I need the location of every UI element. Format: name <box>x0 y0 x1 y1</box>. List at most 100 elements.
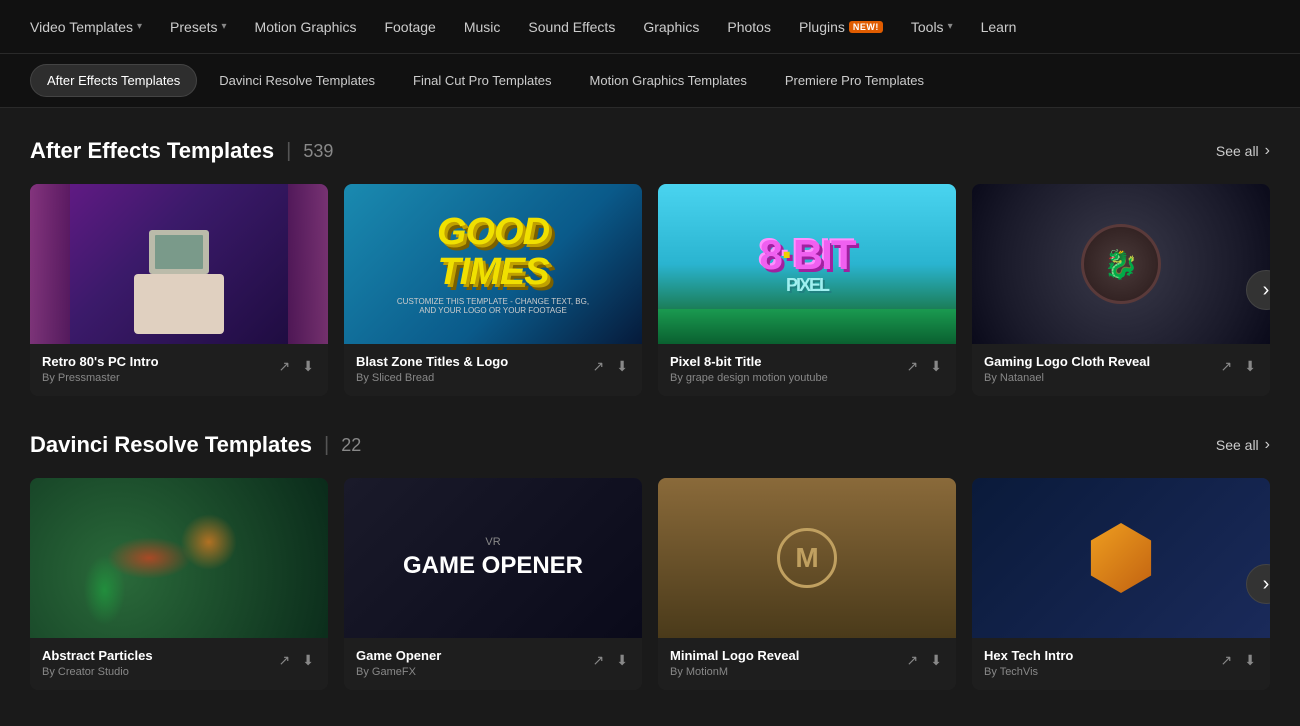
nav-plugins-label: Plugins <box>799 19 845 35</box>
nav-learn[interactable]: Learn <box>981 19 1017 35</box>
davinci-resolve-header: Davinci Resolve Templates | 22 See all › <box>30 432 1270 458</box>
retro-desk <box>134 274 224 334</box>
nav-music[interactable]: Music <box>464 19 501 35</box>
davinci-resolve-title: Davinci Resolve Templates | 22 <box>30 432 361 458</box>
curtain-left <box>30 184 70 344</box>
card-pixel-8bit[interactable]: 8·BitPIXEL Pixel 8-bit Title By grape de… <box>658 184 956 396</box>
card-retro-80s-info: Retro 80's PC Intro By Pressmaster ↗ ⬇ <box>30 344 328 396</box>
nav-tools-chevron: ▾ <box>948 21 953 32</box>
card-pixel-8bit-actions: ↗ ⬇ <box>905 356 944 377</box>
nav-graphics[interactable]: Graphics <box>643 19 699 35</box>
card-blast-zone[interactable]: GOODTIMES CUSTOMIZE THIS TEMPLATE - CHAN… <box>344 184 642 396</box>
main-content: After Effects Templates | 539 See all › <box>0 108 1300 690</box>
card-gaming-logo-thumbnail: 🐉 <box>972 184 1270 344</box>
gaming-circle: 🐉 <box>1081 224 1161 304</box>
davinci-resolve-separator: | <box>324 434 329 457</box>
pill-davinci-resolve[interactable]: Davinci Resolve Templates <box>203 65 391 96</box>
nav-plugins[interactable]: Plugins NEW! <box>799 19 883 35</box>
nav-photos-label: Photos <box>727 19 771 35</box>
card-gaming-logo-info: Gaming Logo Cloth Reveal By Natanael ↗ ⬇ <box>972 344 1270 396</box>
davinci3-m-circle: M <box>777 528 837 588</box>
card-davinci-4-text: Hex Tech Intro By TechVis <box>984 648 1219 678</box>
nav-video-templates[interactable]: Video Templates ▾ <box>30 19 142 35</box>
card-gaming-logo-download-button[interactable]: ⬇ <box>1242 356 1258 377</box>
card-davinci-2[interactable]: VR GAME OPENER Game Opener By GameFX ↗ ⬇ <box>344 478 642 690</box>
card-davinci-4-download-button[interactable]: ⬇ <box>1242 650 1258 671</box>
nav-motion-graphics[interactable]: Motion Graphics <box>255 19 357 35</box>
pixel-sub-text: PIXEL <box>759 276 854 294</box>
card-davinci-4-share-button[interactable]: ↗ <box>1219 650 1235 671</box>
card-gaming-logo[interactable]: 🐉 Gaming Logo Cloth Reveal By Natanael ↗… <box>972 184 1270 396</box>
card-davinci-2-text: Game Opener By GameFX <box>356 648 591 678</box>
after-effects-card-grid: Retro 80's PC Intro By Pressmaster ↗ ⬇ G… <box>30 184 1270 396</box>
nav-video-templates-chevron: ▾ <box>137 21 142 32</box>
after-effects-see-all[interactable]: See all › <box>1216 142 1270 160</box>
card-davinci-4-info: Hex Tech Intro By TechVis ↗ ⬇ <box>972 638 1270 690</box>
card-davinci-2-share-button[interactable]: ↗ <box>591 650 607 671</box>
card-davinci-4[interactable]: Hex Tech Intro By TechVis ↗ ⬇ <box>972 478 1270 690</box>
card-davinci-4-title: Hex Tech Intro <box>984 648 1219 663</box>
after-effects-title-text: After Effects Templates <box>30 138 274 164</box>
card-davinci-1-download-button[interactable]: ⬇ <box>300 650 316 671</box>
blast-zone-subtext: CUSTOMIZE THIS TEMPLATE - CHANGE TEXT, B… <box>397 297 589 315</box>
card-davinci-1[interactable]: Abstract Particles By Creator Studio ↗ ⬇ <box>30 478 328 690</box>
retro-screen <box>155 235 203 269</box>
davinci-carousel-next-icon: › <box>1263 573 1270 596</box>
card-blast-zone-share-button[interactable]: ↗ <box>591 356 607 377</box>
card-pixel-8bit-author: By grape design motion youtube <box>670 372 905 384</box>
card-davinci-3-text: Minimal Logo Reveal By MotionM <box>670 648 905 678</box>
card-blast-zone-author: By Sliced Bread <box>356 372 591 384</box>
nav-footage[interactable]: Footage <box>384 19 435 35</box>
pill-final-cut-pro[interactable]: Final Cut Pro Templates <box>397 65 568 96</box>
davinci-resolve-title-text: Davinci Resolve Templates <box>30 432 312 458</box>
card-gaming-logo-text: Gaming Logo Cloth Reveal By Natanael <box>984 354 1219 384</box>
card-pixel-8bit-download-button[interactable]: ⬇ <box>928 356 944 377</box>
card-davinci-3-author: By MotionM <box>670 666 905 678</box>
card-davinci-3-actions: ↗ ⬇ <box>905 650 944 671</box>
card-retro-80s-actions: ↗ ⬇ <box>277 356 316 377</box>
card-davinci-3-download-button[interactable]: ⬇ <box>928 650 944 671</box>
card-davinci-3-title: Minimal Logo Reveal <box>670 648 905 663</box>
card-davinci-1-share-button[interactable]: ↗ <box>277 650 293 671</box>
card-davinci-3-info: Minimal Logo Reveal By MotionM ↗ ⬇ <box>658 638 956 690</box>
card-davinci-4-author: By TechVis <box>984 666 1219 678</box>
pill-motion-graphics[interactable]: Motion Graphics Templates <box>574 65 763 96</box>
card-retro-80s-share-button[interactable]: ↗ <box>277 356 293 377</box>
nav-tools[interactable]: Tools ▾ <box>911 19 953 35</box>
nav-tools-label: Tools <box>911 19 944 35</box>
card-blast-zone-text: Blast Zone Titles & Logo By Sliced Bread <box>356 354 591 384</box>
card-blast-zone-title: Blast Zone Titles & Logo <box>356 354 591 369</box>
davinci-splatter <box>30 478 328 638</box>
nav-sound-effects-label: Sound Effects <box>528 19 615 35</box>
carousel-next-icon: › <box>1263 279 1270 302</box>
card-retro-80s-author: By Pressmaster <box>42 372 277 384</box>
blast-zone-text: GOODTIMES <box>397 213 589 293</box>
nav-photos[interactable]: Photos <box>727 19 771 35</box>
sub-nav: After Effects Templates Davinci Resolve … <box>0 54 1300 108</box>
nav-sound-effects[interactable]: Sound Effects <box>528 19 615 35</box>
davinci-resolve-see-all[interactable]: See all › <box>1216 436 1270 454</box>
card-davinci-1-text: Abstract Particles By Creator Studio <box>42 648 277 678</box>
pill-premiere-pro[interactable]: Premiere Pro Templates <box>769 65 940 96</box>
pill-after-effects[interactable]: After Effects Templates <box>30 64 197 97</box>
card-davinci-3[interactable]: M Minimal Logo Reveal By MotionM ↗ ⬇ <box>658 478 956 690</box>
main-nav: Video Templates ▾ Presets ▾ Motion Graph… <box>0 0 1300 54</box>
card-gaming-logo-share-button[interactable]: ↗ <box>1219 356 1235 377</box>
card-davinci-3-thumbnail: M <box>658 478 956 638</box>
card-davinci-2-author: By GameFX <box>356 666 591 678</box>
retro-monitor <box>149 230 209 274</box>
card-pixel-8bit-share-button[interactable]: ↗ <box>905 356 921 377</box>
card-retro-80s-thumbnail <box>30 184 328 344</box>
davinci-resolve-see-all-chevron: › <box>1265 436 1270 454</box>
after-effects-see-all-chevron: › <box>1265 142 1270 160</box>
card-davinci-2-download-button[interactable]: ⬇ <box>614 650 630 671</box>
nav-graphics-label: Graphics <box>643 19 699 35</box>
card-davinci-3-share-button[interactable]: ↗ <box>905 650 921 671</box>
card-blast-zone-download-button[interactable]: ⬇ <box>614 356 630 377</box>
card-retro-80s-download-button[interactable]: ⬇ <box>300 356 316 377</box>
nav-learn-label: Learn <box>981 19 1017 35</box>
card-davinci-4-thumbnail <box>972 478 1270 638</box>
card-pixel-8bit-title: Pixel 8-bit Title <box>670 354 905 369</box>
nav-presets[interactable]: Presets ▾ <box>170 19 227 35</box>
card-retro-80s[interactable]: Retro 80's PC Intro By Pressmaster ↗ ⬇ <box>30 184 328 396</box>
